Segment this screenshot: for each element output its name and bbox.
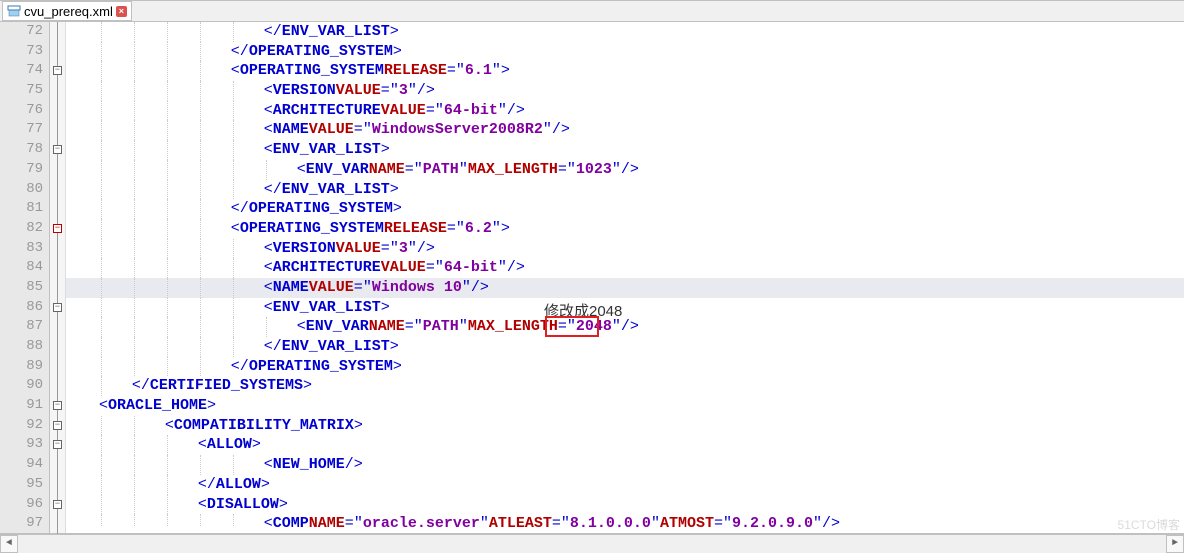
editor-area: 7273747576777879808182838485868788899091…: [0, 22, 1184, 534]
line-number: 87: [0, 317, 49, 337]
code-line[interactable]: <ENV_VAR NAME="PATH" MAX_LENGTH="2048" /…: [66, 317, 1184, 337]
fold-toggle[interactable]: −: [53, 421, 62, 430]
code-line[interactable]: <ENV_VAR_LIST>: [66, 298, 1184, 318]
code-line[interactable]: <NAME VALUE="Windows 10"/>: [66, 278, 1184, 298]
fold-toggle[interactable]: −: [53, 224, 62, 233]
code-line[interactable]: </ENV_VAR_LIST>: [66, 22, 1184, 42]
fold-cell: [50, 180, 65, 200]
fold-cell: [50, 278, 65, 298]
file-icon: [7, 4, 21, 18]
fold-cell: −: [50, 495, 65, 515]
line-number: 92: [0, 416, 49, 436]
line-number: 89: [0, 357, 49, 377]
code-line[interactable]: <VERSION VALUE="3"/>: [66, 81, 1184, 101]
line-number: 83: [0, 239, 49, 259]
line-number: 84: [0, 258, 49, 278]
fold-cell: −: [50, 298, 65, 318]
line-number: 73: [0, 42, 49, 62]
code-line[interactable]: <VERSION VALUE="3"/>: [66, 239, 1184, 259]
code-line[interactable]: <NAME VALUE="WindowsServer2008R2"/>: [66, 120, 1184, 140]
fold-cell: −: [50, 416, 65, 436]
fold-cell: −: [50, 219, 65, 239]
scroll-right-button[interactable]: ►: [1166, 535, 1184, 553]
code-line[interactable]: <COMPATIBILITY_MATRIX>: [66, 416, 1184, 436]
code-line[interactable]: </CERTIFIED_SYSTEMS>: [66, 376, 1184, 396]
fold-cell: [50, 239, 65, 259]
line-number: 72: [0, 22, 49, 42]
line-number: 82: [0, 219, 49, 239]
fold-cell: [50, 357, 65, 377]
line-number: 78: [0, 140, 49, 160]
fold-cell: −: [50, 140, 65, 160]
tab-bar: cvu_prereq.xml ×: [0, 0, 1184, 22]
fold-cell: [50, 258, 65, 278]
code-line[interactable]: <ARCHITECTURE VALUE="64-bit"/>: [66, 258, 1184, 278]
line-number: 95: [0, 475, 49, 495]
line-number: 81: [0, 199, 49, 219]
fold-toggle[interactable]: −: [53, 401, 62, 410]
fold-cell: [50, 22, 65, 42]
line-number: 91: [0, 396, 49, 416]
fold-cell: [50, 101, 65, 121]
fold-cell: [50, 317, 65, 337]
line-number: 94: [0, 455, 49, 475]
code-line[interactable]: <COMP NAME="oracle.server" ATLEAST="8.1.…: [66, 514, 1184, 526]
fold-toggle[interactable]: −: [53, 500, 62, 509]
fold-column: − − − − − − − −: [50, 22, 66, 533]
fold-cell: [50, 42, 65, 62]
code-line[interactable]: <ENV_VAR NAME="PATH" MAX_LENGTH="1023" /…: [66, 160, 1184, 180]
code-line[interactable]: </ALLOW>: [66, 475, 1184, 495]
code-line[interactable]: </OPERATING_SYSTEM>: [66, 357, 1184, 377]
line-number: 80: [0, 180, 49, 200]
code-line[interactable]: <ALLOW>: [66, 435, 1184, 455]
line-number: 97: [0, 514, 49, 534]
fold-cell: −: [50, 396, 65, 416]
horizontal-scrollbar[interactable]: ◄ ►: [0, 534, 1184, 552]
line-number: 90: [0, 376, 49, 396]
fold-toggle[interactable]: −: [53, 440, 62, 449]
fold-toggle[interactable]: −: [53, 66, 62, 75]
line-number-gutter: 7273747576777879808182838485868788899091…: [0, 22, 50, 533]
fold-cell: −: [50, 61, 65, 81]
fold-cell: [50, 455, 65, 475]
line-number: 96: [0, 495, 49, 515]
close-icon[interactable]: ×: [116, 6, 127, 17]
code-line[interactable]: <ENV_VAR_LIST>: [66, 140, 1184, 160]
line-number: 79: [0, 160, 49, 180]
line-number: 93: [0, 435, 49, 455]
code-line[interactable]: <OPERATING_SYSTEM RELEASE="6.2">: [66, 219, 1184, 239]
line-number: 86: [0, 298, 49, 318]
code-line[interactable]: </OPERATING_SYSTEM>: [66, 199, 1184, 219]
fold-toggle[interactable]: −: [53, 303, 62, 312]
file-tab[interactable]: cvu_prereq.xml ×: [2, 1, 132, 21]
fold-cell: [50, 81, 65, 101]
code-line[interactable]: <ORACLE_HOME>: [66, 396, 1184, 416]
scroll-track[interactable]: [18, 535, 1166, 553]
scroll-left-button[interactable]: ◄: [0, 535, 18, 553]
code-line[interactable]: </OPERATING_SYSTEM>: [66, 42, 1184, 62]
line-number: 85: [0, 278, 49, 298]
code-line[interactable]: <NEW_HOME/>: [66, 455, 1184, 475]
line-number: 77: [0, 120, 49, 140]
code-line[interactable]: <ARCHITECTURE VALUE="64-bit"/>: [66, 101, 1184, 121]
fold-cell: [50, 475, 65, 495]
fold-cell: −: [50, 435, 65, 455]
line-number: 74: [0, 61, 49, 81]
line-number: 88: [0, 337, 49, 357]
code-line[interactable]: <DISALLOW>: [66, 495, 1184, 515]
line-number: 75: [0, 81, 49, 101]
code-column[interactable]: </ENV_VAR_LIST></OPERATING_SYSTEM><OPERA…: [66, 22, 1184, 533]
fold-cell: [50, 120, 65, 140]
fold-cell: [50, 514, 65, 534]
code-line[interactable]: </ENV_VAR_LIST>: [66, 337, 1184, 357]
fold-cell: [50, 337, 65, 357]
fold-toggle[interactable]: −: [53, 145, 62, 154]
fold-cell: [50, 160, 65, 180]
tab-title: cvu_prereq.xml: [24, 4, 113, 19]
line-number: 76: [0, 101, 49, 121]
code-line[interactable]: <OPERATING_SYSTEM RELEASE="6.1">: [66, 61, 1184, 81]
fold-cell: [50, 376, 65, 396]
code-line[interactable]: </ENV_VAR_LIST>: [66, 180, 1184, 200]
fold-cell: [50, 199, 65, 219]
